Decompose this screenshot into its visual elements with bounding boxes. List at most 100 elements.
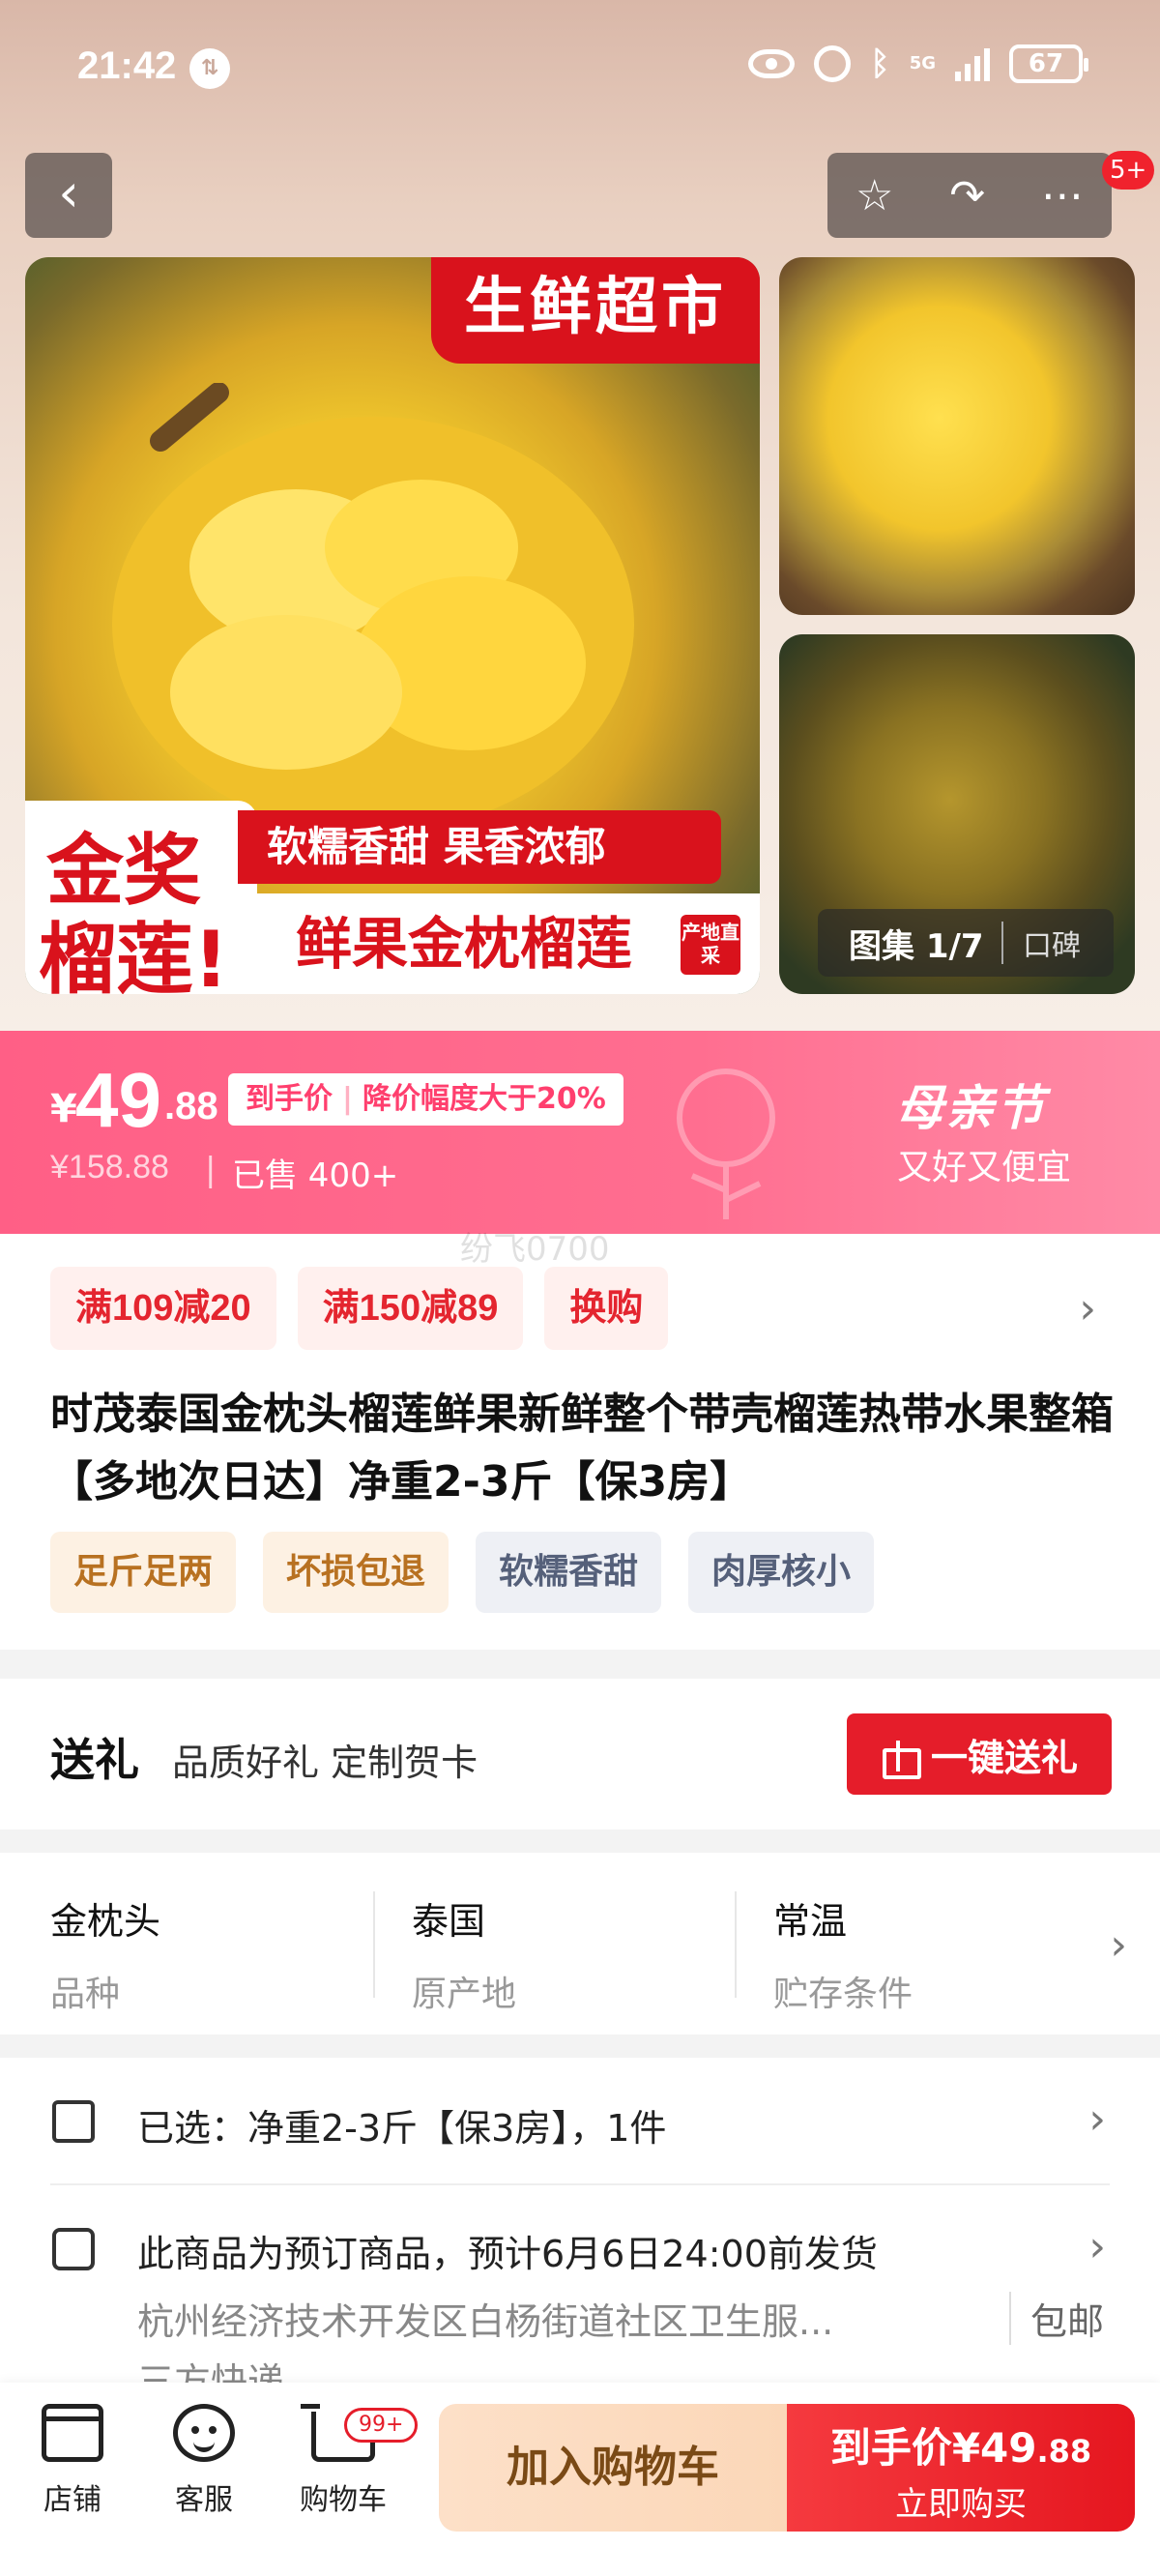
buy-now-button[interactable]: 到手价¥49.88 立即购买 (787, 2404, 1135, 2532)
hero-banner: 金奖 榴莲! 软糯香甜 果香浓郁 鲜果金枕榴莲 产地直采 (25, 801, 760, 994)
notification-icon: ⇅ (189, 48, 230, 89)
service-button[interactable]: 客服 (151, 2404, 257, 2518)
price-currency: ¥ (50, 1087, 77, 1131)
eye-icon (748, 49, 796, 78)
star-icon[interactable]: ☆ (856, 171, 893, 220)
sold-count: 已售 400+ (232, 1156, 399, 1195)
gallery-label[interactable]: 图集 1/7 口碑 (818, 909, 1114, 977)
final-price-label: 到手价 (246, 1082, 333, 1116)
coupon-1[interactable]: 满109减20 (50, 1267, 276, 1350)
award-badge: 金奖 榴莲! (25, 801, 257, 994)
coupon-3[interactable]: 换购 (544, 1267, 669, 1350)
battery-icon: 67 (1009, 44, 1088, 83)
gift-title: 送礼 (50, 1734, 139, 1786)
gallery-thumbnail-1[interactable] (779, 257, 1135, 615)
add-to-cart-button[interactable]: 加入购物车 (439, 2404, 787, 2532)
coupon-2[interactable]: 满150减89 (297, 1267, 524, 1350)
status-icons: ᛒ 5G 67 (748, 44, 1088, 83)
spec-value: 金枕头 (50, 1900, 161, 1943)
festival-title: 母亲节 (895, 1080, 1046, 1136)
gallery-thumbnail-2[interactable]: 图集 1/7 口碑 (779, 634, 1135, 994)
award-line2: 榴莲! (39, 915, 229, 994)
taste-strip: 软糯香甜 果香浓郁 (238, 810, 721, 884)
chevron-right-icon[interactable]: › (1088, 2094, 1106, 2144)
network-label: 5G (909, 53, 936, 73)
spec-divider (373, 1891, 375, 1998)
shipping-address[interactable]: 杭州经济技术开发区白杨街道社区卫生服... (137, 2292, 988, 2345)
tag-separator: | (342, 1082, 353, 1116)
gallery-count: 图集 1/7 (849, 926, 984, 966)
hero-product-name-text: 鲜果金枕榴莲 (296, 911, 633, 977)
buy-price-label: 到手价¥49 (829, 2424, 1037, 2472)
spec-label: 原产地 (412, 1975, 517, 2014)
spec-label: 品种 (50, 1975, 121, 2014)
price-integer: 49 (75, 1057, 161, 1143)
free-shipping-label: 包邮 (1009, 2292, 1104, 2345)
feature-tag: 足斤足两 (50, 1532, 237, 1613)
rose-icon (677, 1068, 775, 1219)
row-divider (50, 2183, 1110, 2185)
price-banner: ¥ 49 .88 到手价 | 降价幅度大于20% ¥158.88 | 已售 40… (0, 1031, 1160, 1234)
buy-price: 到手价¥49.88 (787, 2415, 1135, 2474)
cart-count-badge: 5+ (1102, 151, 1155, 190)
store-label: 店铺 (44, 2483, 102, 2517)
share-icon[interactable]: ↷ (949, 171, 985, 220)
send-gift-button[interactable]: 一键送礼 (847, 1713, 1112, 1795)
price-decimal: .88 (164, 1085, 218, 1127)
back-button[interactable]: ‹ (25, 153, 112, 238)
truck-icon (52, 2228, 95, 2270)
send-gift-label: 一键送礼 (930, 1736, 1078, 1779)
gift-subtitle: 品质好礼 定制贺卡 (172, 1742, 478, 1784)
feature-tag: 肉厚核小 (688, 1532, 875, 1613)
hero-product-name: 鲜果金枕榴莲 产地直采 (257, 893, 760, 994)
coupon-row[interactable]: 满109减20 满150减89 换购 (50, 1267, 669, 1350)
shipping-notice[interactable]: 此商品为预订商品，预计6月6日24:00前发货 (137, 2224, 878, 2277)
spec-value: 常温 (773, 1900, 848, 1943)
cart-badge: 99+ (344, 2408, 419, 2443)
gift-card: 送礼 品质好礼 定制贺卡 一键送礼 (0, 1679, 1160, 1830)
service-label: 客服 (175, 2483, 233, 2517)
bottom-action-bar: 店铺 客服 购物车 99+ 加入购物车 到手价¥49.88 立即购买 (0, 2383, 1160, 2576)
gift-icon (881, 1737, 921, 1779)
durian-flesh-image (112, 383, 634, 833)
spec-label: 贮存条件 (773, 1975, 914, 2014)
feature-tag: 坏损包退 (263, 1532, 450, 1613)
spec-origin: 泰国 原产地 (412, 1891, 731, 2016)
alarm-icon (814, 45, 852, 82)
action-group: ☆ ↷ ⋯ (827, 153, 1112, 238)
hero-category-tag: 生鲜超市 (431, 257, 760, 364)
selected-spec[interactable]: 已选：净重2-3斤【保3房】，1件 (137, 2098, 666, 2152)
chevron-right-icon[interactable]: › (1079, 1284, 1096, 1333)
bluetooth-icon: ᛒ (870, 44, 890, 83)
watermark: 纷飞0700 (460, 1230, 610, 1269)
spec-value: 泰国 (412, 1900, 486, 1943)
product-title: 时茂泰国金枕头榴莲鲜果新鲜整个带壳榴莲热带水果整箱【多地次日达】净重2-3斤【保… (50, 1390, 1114, 1507)
chevron-right-icon[interactable]: › (1088, 2222, 1106, 2271)
spec-storage: 常温 贮存条件 (773, 1891, 1092, 2016)
more-icon[interactable]: ⋯ (1041, 171, 1084, 220)
signal-icon (955, 46, 990, 81)
checklist-icon (52, 2100, 95, 2143)
original-price: ¥158.88 (50, 1149, 169, 1186)
store-icon (42, 2404, 103, 2462)
chevron-right-icon[interactable]: › (1110, 1920, 1127, 1970)
store-button[interactable]: 店铺 (19, 2404, 126, 2518)
cart-label: 购物车 (300, 2483, 387, 2517)
chevron-left-icon: ‹ (58, 162, 79, 223)
festival-subtitle: 又好又便宜 (897, 1148, 1072, 1187)
spec-variety: 金枕头 品种 (50, 1891, 369, 2016)
feature-tag: 软糯香甜 (476, 1532, 662, 1613)
product-info-card: 纷飞0700 满109减20 满150减89 换购 › 时茂泰国金枕头榴莲鲜果新… (0, 1230, 1160, 1650)
service-icon (173, 2404, 235, 2462)
status-bar: 21:42 ⇅ ᛒ 5G 67 (0, 39, 1160, 106)
price-divider: | (205, 1151, 217, 1189)
buy-now-label: 立即购买 (895, 2485, 1027, 2524)
gallery-reviews-tab[interactable]: 口碑 (1001, 922, 1081, 964)
origin-badge: 产地直采 (681, 915, 740, 975)
discount-label: 降价幅度大于20% (362, 1082, 606, 1116)
spec-divider (735, 1891, 737, 1998)
status-time: 21:42 (77, 44, 177, 87)
feature-tag-row: 足斤足两 坏损包退 软糯香甜 肉厚核小 (50, 1532, 875, 1613)
spec-card[interactable]: 金枕头 品种 泰国 原产地 常温 贮存条件 › (0, 1853, 1160, 2034)
hero-main-image[interactable]: 生鲜超市 金奖 榴莲! 软糯香甜 果香浓郁 鲜果金枕榴莲 产地直采 (25, 257, 760, 994)
